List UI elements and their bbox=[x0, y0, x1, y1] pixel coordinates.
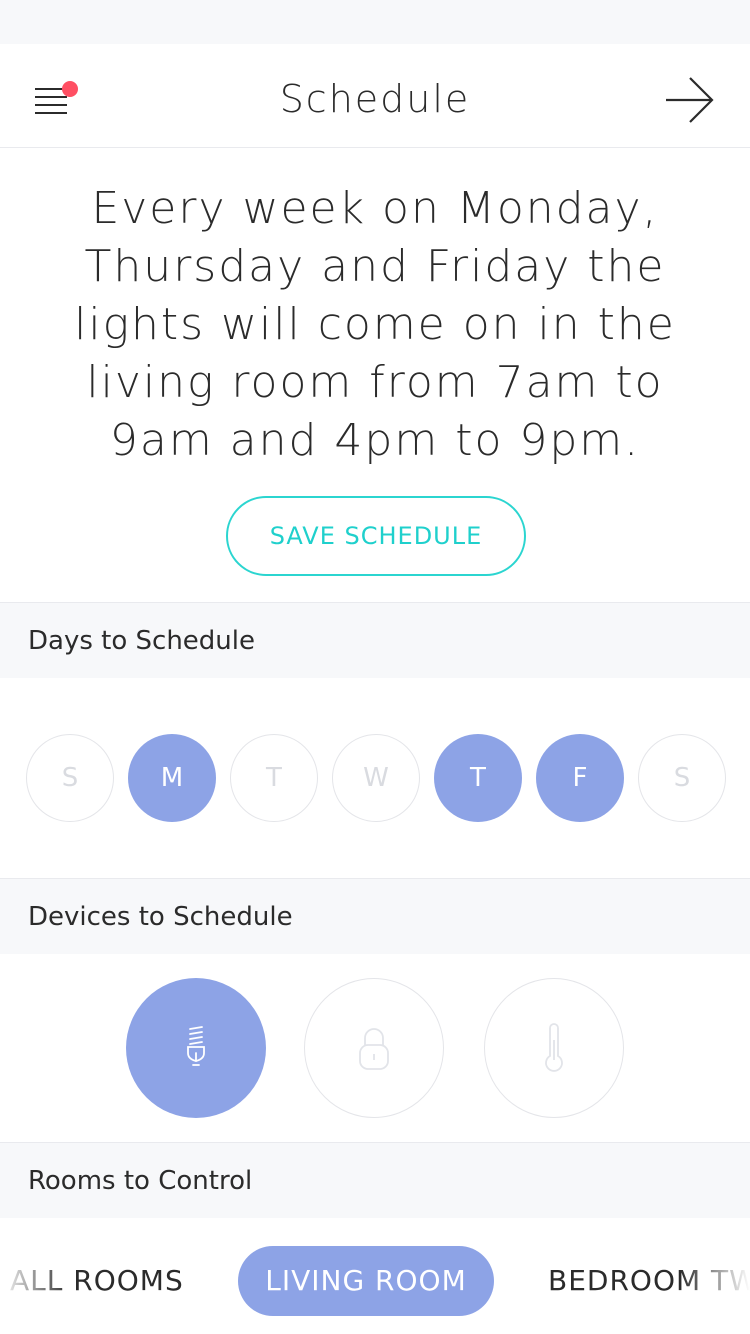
room-selector: ALL ROOMS LIVING ROOM BEDROOM TWO bbox=[0, 1218, 750, 1334]
notification-dot bbox=[62, 81, 78, 97]
light-bulb-icon bbox=[187, 1026, 205, 1066]
day-toggle-sunday[interactable]: S bbox=[26, 734, 114, 822]
rooms-section-title: Rooms to Control bbox=[28, 1166, 253, 1196]
menu-button[interactable] bbox=[28, 74, 84, 122]
day-toggle-saturday[interactable]: S bbox=[638, 734, 726, 822]
next-button[interactable] bbox=[660, 72, 720, 128]
arrow-right-icon bbox=[666, 77, 714, 123]
scroll-fade-left bbox=[0, 1218, 70, 1334]
day-toggle-tuesday[interactable]: T bbox=[230, 734, 318, 822]
device-toggle-locks[interactable] bbox=[304, 978, 444, 1118]
save-schedule-button[interactable]: SAVE SCHEDULE bbox=[226, 496, 526, 576]
nav-bar: Schedule bbox=[0, 44, 750, 148]
scroll-fade-right bbox=[680, 1218, 750, 1334]
days-section-header: Days to Schedule bbox=[0, 602, 750, 678]
room-chip-living-room[interactable]: LIVING ROOM bbox=[238, 1246, 494, 1316]
day-toggle-monday[interactable]: M bbox=[128, 734, 216, 822]
lock-icon bbox=[359, 1028, 389, 1070]
schedule-summary: Every week on Monday, Thursday and Frida… bbox=[74, 183, 676, 466]
devices-section-title: Devices to Schedule bbox=[28, 902, 293, 932]
device-toggle-thermostat[interactable] bbox=[484, 978, 624, 1118]
thermometer-icon bbox=[545, 1023, 563, 1072]
days-section-title: Days to Schedule bbox=[28, 626, 255, 656]
day-toggle-thursday[interactable]: T bbox=[434, 734, 522, 822]
page-title: Schedule bbox=[279, 77, 471, 121]
devices-section-header: Devices to Schedule bbox=[0, 878, 750, 954]
day-toggle-wednesday[interactable]: W bbox=[332, 734, 420, 822]
status-bar bbox=[0, 0, 750, 44]
rooms-section-header: Rooms to Control bbox=[0, 1142, 750, 1218]
device-toggle-lights[interactable] bbox=[126, 978, 266, 1118]
day-toggle-friday[interactable]: F bbox=[536, 734, 624, 822]
